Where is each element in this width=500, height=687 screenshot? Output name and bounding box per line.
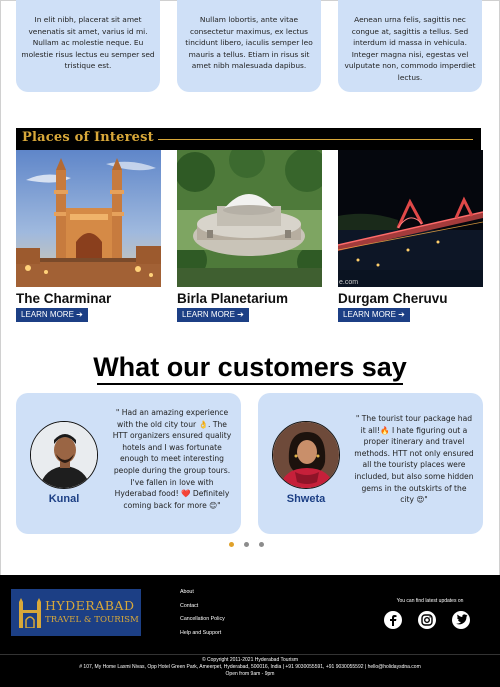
durgam-cheruvu-image[interactable]: e.com <box>338 150 483 287</box>
footer-link-help-support[interactable]: Help and Support <box>180 630 225 644</box>
address-text: # 107, My Home Laxmi Nivas, Opp Hotel Gr… <box>79 664 421 670</box>
planetarium-image[interactable] <box>177 150 322 287</box>
social-label: You can find latest updates on <box>396 598 464 604</box>
footer-divider <box>0 654 500 655</box>
site-footer: HYDERABAD TRAVEL & TOURISM About Contact… <box>0 575 500 687</box>
title-divider <box>158 139 473 140</box>
footer-link-about[interactable]: About <box>180 589 225 603</box>
footer-link-cancellation-policy[interactable]: Cancellation Policy <box>180 616 225 630</box>
info-card: In elit nibh, placerat sit amet venenati… <box>16 0 160 92</box>
testimonial-card: Shweta " The tourist tour package had it… <box>258 393 483 534</box>
learn-more-button[interactable]: LEARN MORE ➔ <box>177 308 249 322</box>
copyright-text: © Copyright 2011-2021 Hyderabad Tourism <box>201 657 299 663</box>
place-card-birla-planetarium[interactable]: Birla Planetarium LEARN MORE ➔ <box>177 150 322 325</box>
info-card: Nullam lobortis, ante vitae consectetur … <box>177 0 321 92</box>
testimonial-text: " Had an amazing experience with the old… <box>112 408 232 510</box>
place-card-charminar[interactable]: The Charminar LEARN MORE ➔ <box>16 150 161 325</box>
places-title: Places of Interest <box>22 130 154 145</box>
reviewer-avatar <box>30 421 98 489</box>
logo-subtitle: TRAVEL & TOURISM <box>45 615 139 625</box>
carousel-dot-active[interactable] <box>229 542 234 547</box>
twitter-icon[interactable] <box>452 611 470 629</box>
info-card-text: In elit nibh, placerat sit amet venenati… <box>21 15 155 70</box>
reviewer-avatar <box>272 421 340 489</box>
image-watermark: e.com <box>339 279 358 286</box>
reviewer-name: Kunal <box>48 493 80 505</box>
footer-link-contact[interactable]: Contact <box>180 603 225 617</box>
info-card-text: Nullam lobortis, ante vitae consectetur … <box>185 15 313 70</box>
charminar-image[interactable] <box>16 150 161 287</box>
places-of-interest-header: Places of Interest <box>16 128 481 150</box>
testimonials-heading: What our customers say <box>93 352 407 382</box>
carousel-indicators <box>229 542 271 548</box>
place-name: The Charminar <box>16 291 112 306</box>
charminar-logo-icon <box>19 598 41 628</box>
info-card: Aenean urna felis, sagittis nec congue a… <box>338 0 482 92</box>
top-info-cards: In elit nibh, placerat sit amet venenati… <box>16 0 484 92</box>
info-card-text: Aenean urna felis, sagittis nec congue a… <box>344 15 476 82</box>
carousel-dot[interactable] <box>259 542 264 547</box>
reviewer-name: Shweta <box>286 493 326 505</box>
place-name: Birla Planetarium <box>177 291 289 306</box>
carousel-dot[interactable] <box>244 542 249 547</box>
learn-more-button[interactable]: LEARN MORE ➔ <box>16 308 88 322</box>
testimonial-card: Kunal " Had an amazing experience with t… <box>16 393 241 534</box>
logo-title: HYDERABAD <box>45 598 135 613</box>
site-logo[interactable]: HYDERABAD TRAVEL & TOURISM <box>11 589 141 636</box>
place-name: Durgam Cheruvu <box>338 291 448 306</box>
facebook-icon[interactable] <box>384 611 402 629</box>
hours-text: Open from 9am - 9pm <box>225 671 275 677</box>
footer-links: About Contact Cancellation Policy Help a… <box>180 589 225 643</box>
heading-underline <box>97 383 403 385</box>
place-card-durgam-cheruvu[interactable]: e.com Durgam Cheruvu LEARN MORE ➔ <box>338 150 483 325</box>
instagram-icon[interactable] <box>418 611 436 629</box>
learn-more-button[interactable]: LEARN MORE ➔ <box>338 308 410 322</box>
testimonial-text: " The tourist tour package had it all!🔥 … <box>354 414 474 505</box>
